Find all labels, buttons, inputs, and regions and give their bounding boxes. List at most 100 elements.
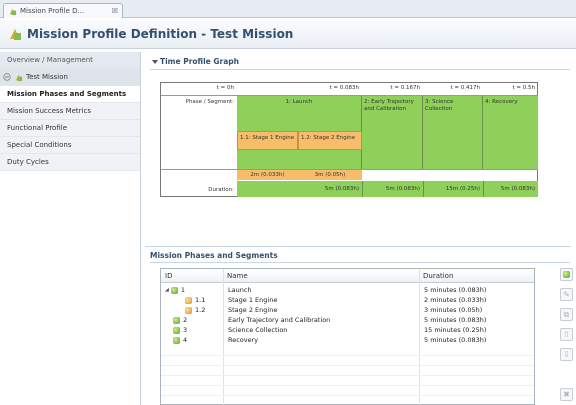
time-mark: t = 0.417h	[450, 85, 481, 91]
segment-block-stage1[interactable]: 1.1: Stage 1 Engine	[237, 131, 298, 150]
phase-block-recovery[interactable]: 4: Recovery	[483, 96, 538, 169]
row-name: Science Collection	[228, 326, 288, 334]
edit-icon: ✎	[563, 290, 570, 299]
sidebar-item-label: Mission Success Metrics	[7, 107, 91, 115]
row-id: 4	[183, 336, 188, 344]
row-id: 1.2	[195, 306, 206, 314]
row-duration: 5 minutes (0.083h)	[424, 316, 487, 324]
table-row[interactable]: 1.2 Stage 2 Engine 3 minutes (0.05h)	[161, 305, 534, 315]
row-duration: 2 minutes (0.033h)	[424, 296, 487, 304]
phase-cube-icon	[170, 286, 178, 294]
segment-duration: 3m (0.05h)	[298, 170, 362, 180]
mission-profile-icon	[9, 8, 17, 15]
row-name: Stage 1 Engine	[228, 296, 278, 304]
duration-row-label: Duration:	[208, 187, 234, 193]
segment-duration: 2m (0.033h)	[237, 170, 298, 180]
sidebar-item-label: Functional Profile	[7, 124, 67, 132]
phase-duration: 5m (0.083h)	[483, 181, 538, 197]
sidebar-overview[interactable]: Overview / Management	[0, 52, 140, 69]
segment-cube-icon	[185, 306, 192, 314]
copy-button[interactable]: ⧉	[560, 308, 573, 321]
phase-block-science[interactable]: 3: Science Collection	[423, 96, 483, 169]
page-title: Mission Profile Definition - Test Missio…	[27, 26, 294, 41]
sidebar-item-special-conditions[interactable]: Special Conditions	[0, 137, 140, 154]
sidebar-item-success-metrics[interactable]: Mission Success Metrics	[0, 103, 140, 120]
phase-duration: 5m (0.083h)	[362, 181, 423, 197]
expand-triangle-icon[interactable]	[152, 59, 158, 64]
sidebar-item-label: Special Conditions	[7, 141, 72, 149]
delete-button[interactable]: ✖	[560, 388, 573, 401]
table-row[interactable]: 2 Early Trajectory and Calibration 5 min…	[161, 315, 534, 325]
empty-row	[161, 375, 534, 376]
move-down-button[interactable]: ⇩	[560, 348, 573, 361]
table-row[interactable]: 4 Recovery 5 minutes (0.083h)	[161, 335, 534, 345]
empty-row	[161, 355, 534, 356]
segment-block-stage2[interactable]: 1.2: Stage 2 Engine	[298, 131, 362, 150]
phase-block-early-trajectory[interactable]: 2: Early Trajectory and Calibration	[362, 96, 423, 169]
phase-duration: 5m (0.083h)	[237, 181, 362, 197]
add-icon	[563, 271, 570, 278]
row-duration: 15 minutes (0.25h)	[424, 326, 487, 334]
sidebar-item-duty-cycles[interactable]: Duty Cycles	[0, 154, 140, 171]
editor-tab-label: Mission Profile D...	[20, 7, 85, 15]
table-row[interactable]: ◢ 1 Launch 5 minutes (0.083h)	[161, 285, 534, 295]
phase-cube-icon	[173, 326, 180, 334]
empty-row	[161, 395, 534, 396]
time-profile-heading[interactable]: Time Profile Graph	[152, 57, 239, 66]
section-divider	[145, 246, 571, 247]
time-profile-title: Time Profile Graph	[160, 57, 239, 66]
row-id: 1	[180, 286, 185, 294]
copy-icon: ⧉	[563, 309, 570, 319]
sidebar-item-functional-profile[interactable]: Functional Profile	[0, 120, 140, 137]
row-name: Launch	[228, 286, 252, 294]
segment-cube-icon	[185, 296, 192, 304]
phase-cube-icon	[173, 336, 180, 344]
sidebar-project-label: Test Mission	[26, 73, 68, 81]
table-row[interactable]: 1.1 Stage 1 Engine 2 minutes (0.033h)	[161, 295, 534, 305]
row-name: Early Trajectory and Calibration	[228, 316, 331, 324]
time-mark: t = 0.5h	[512, 85, 536, 91]
sidebar: Overview / Management Test Mission Missi…	[0, 52, 141, 405]
column-header-id[interactable]: ID	[161, 269, 223, 283]
time-mark: t = 0.167h	[390, 85, 421, 91]
row-duration: 5 minutes (0.083h)	[424, 286, 487, 294]
expand-triangle-icon[interactable]: ◢	[165, 287, 169, 293]
phases-table-heading: Mission Phases and Segments	[150, 251, 278, 260]
editor-tab-bar: Mission Profile D... ☒	[0, 0, 576, 18]
editor-tab[interactable]: Mission Profile D... ☒	[3, 3, 123, 18]
section-divider	[150, 262, 570, 263]
move-down-icon: ⇩	[563, 350, 570, 359]
time-mark: t = 0h	[216, 85, 234, 91]
editor-title-bar: Mission Profile Definition - Test Missio…	[0, 19, 576, 49]
mission-profile-icon	[14, 73, 23, 82]
phase-duration: 15m (0.25h)	[423, 181, 483, 197]
empty-row	[161, 365, 534, 366]
table-row[interactable]: 3 Science Collection 15 minutes (0.25h)	[161, 325, 534, 335]
sidebar-item-mission-phases[interactable]: Mission Phases and Segments	[0, 86, 140, 103]
time-mark: t = 0.083h	[329, 85, 360, 91]
table-header: ID Name Duration	[161, 269, 534, 283]
column-header-name[interactable]: Name	[223, 269, 419, 283]
phase-cube-icon	[173, 316, 180, 324]
row-name: Stage 2 Engine	[228, 306, 278, 314]
sidebar-project[interactable]: Test Mission	[0, 69, 140, 86]
row-name: Recovery	[228, 336, 259, 344]
time-profile-graph: t = 0h t = 0.083h t = 0.167h t = 0.417h …	[160, 82, 538, 197]
move-up-icon: ⇧	[563, 330, 570, 339]
row-id: 3	[183, 326, 188, 334]
close-tab-icon[interactable]: ☒	[112, 7, 118, 15]
collapse-toggle-icon[interactable]	[3, 73, 11, 81]
row-id: 2	[183, 316, 188, 324]
row-duration: 3 minutes (0.05h)	[424, 306, 483, 314]
edit-button[interactable]: ✎	[560, 288, 573, 301]
add-button[interactable]	[560, 268, 573, 281]
phase-row-label: Phase / Segment:	[185, 99, 234, 105]
sidebar-item-label: Duty Cycles	[7, 158, 49, 166]
move-up-button[interactable]: ⇧	[560, 328, 573, 341]
row-duration: 5 minutes (0.083h)	[424, 336, 487, 344]
mission-profile-icon	[10, 28, 21, 40]
column-header-duration[interactable]: Duration	[419, 269, 535, 283]
section-divider	[150, 69, 570, 70]
row-id: 1.1	[195, 296, 206, 304]
sidebar-overview-label: Overview / Management	[7, 56, 93, 64]
